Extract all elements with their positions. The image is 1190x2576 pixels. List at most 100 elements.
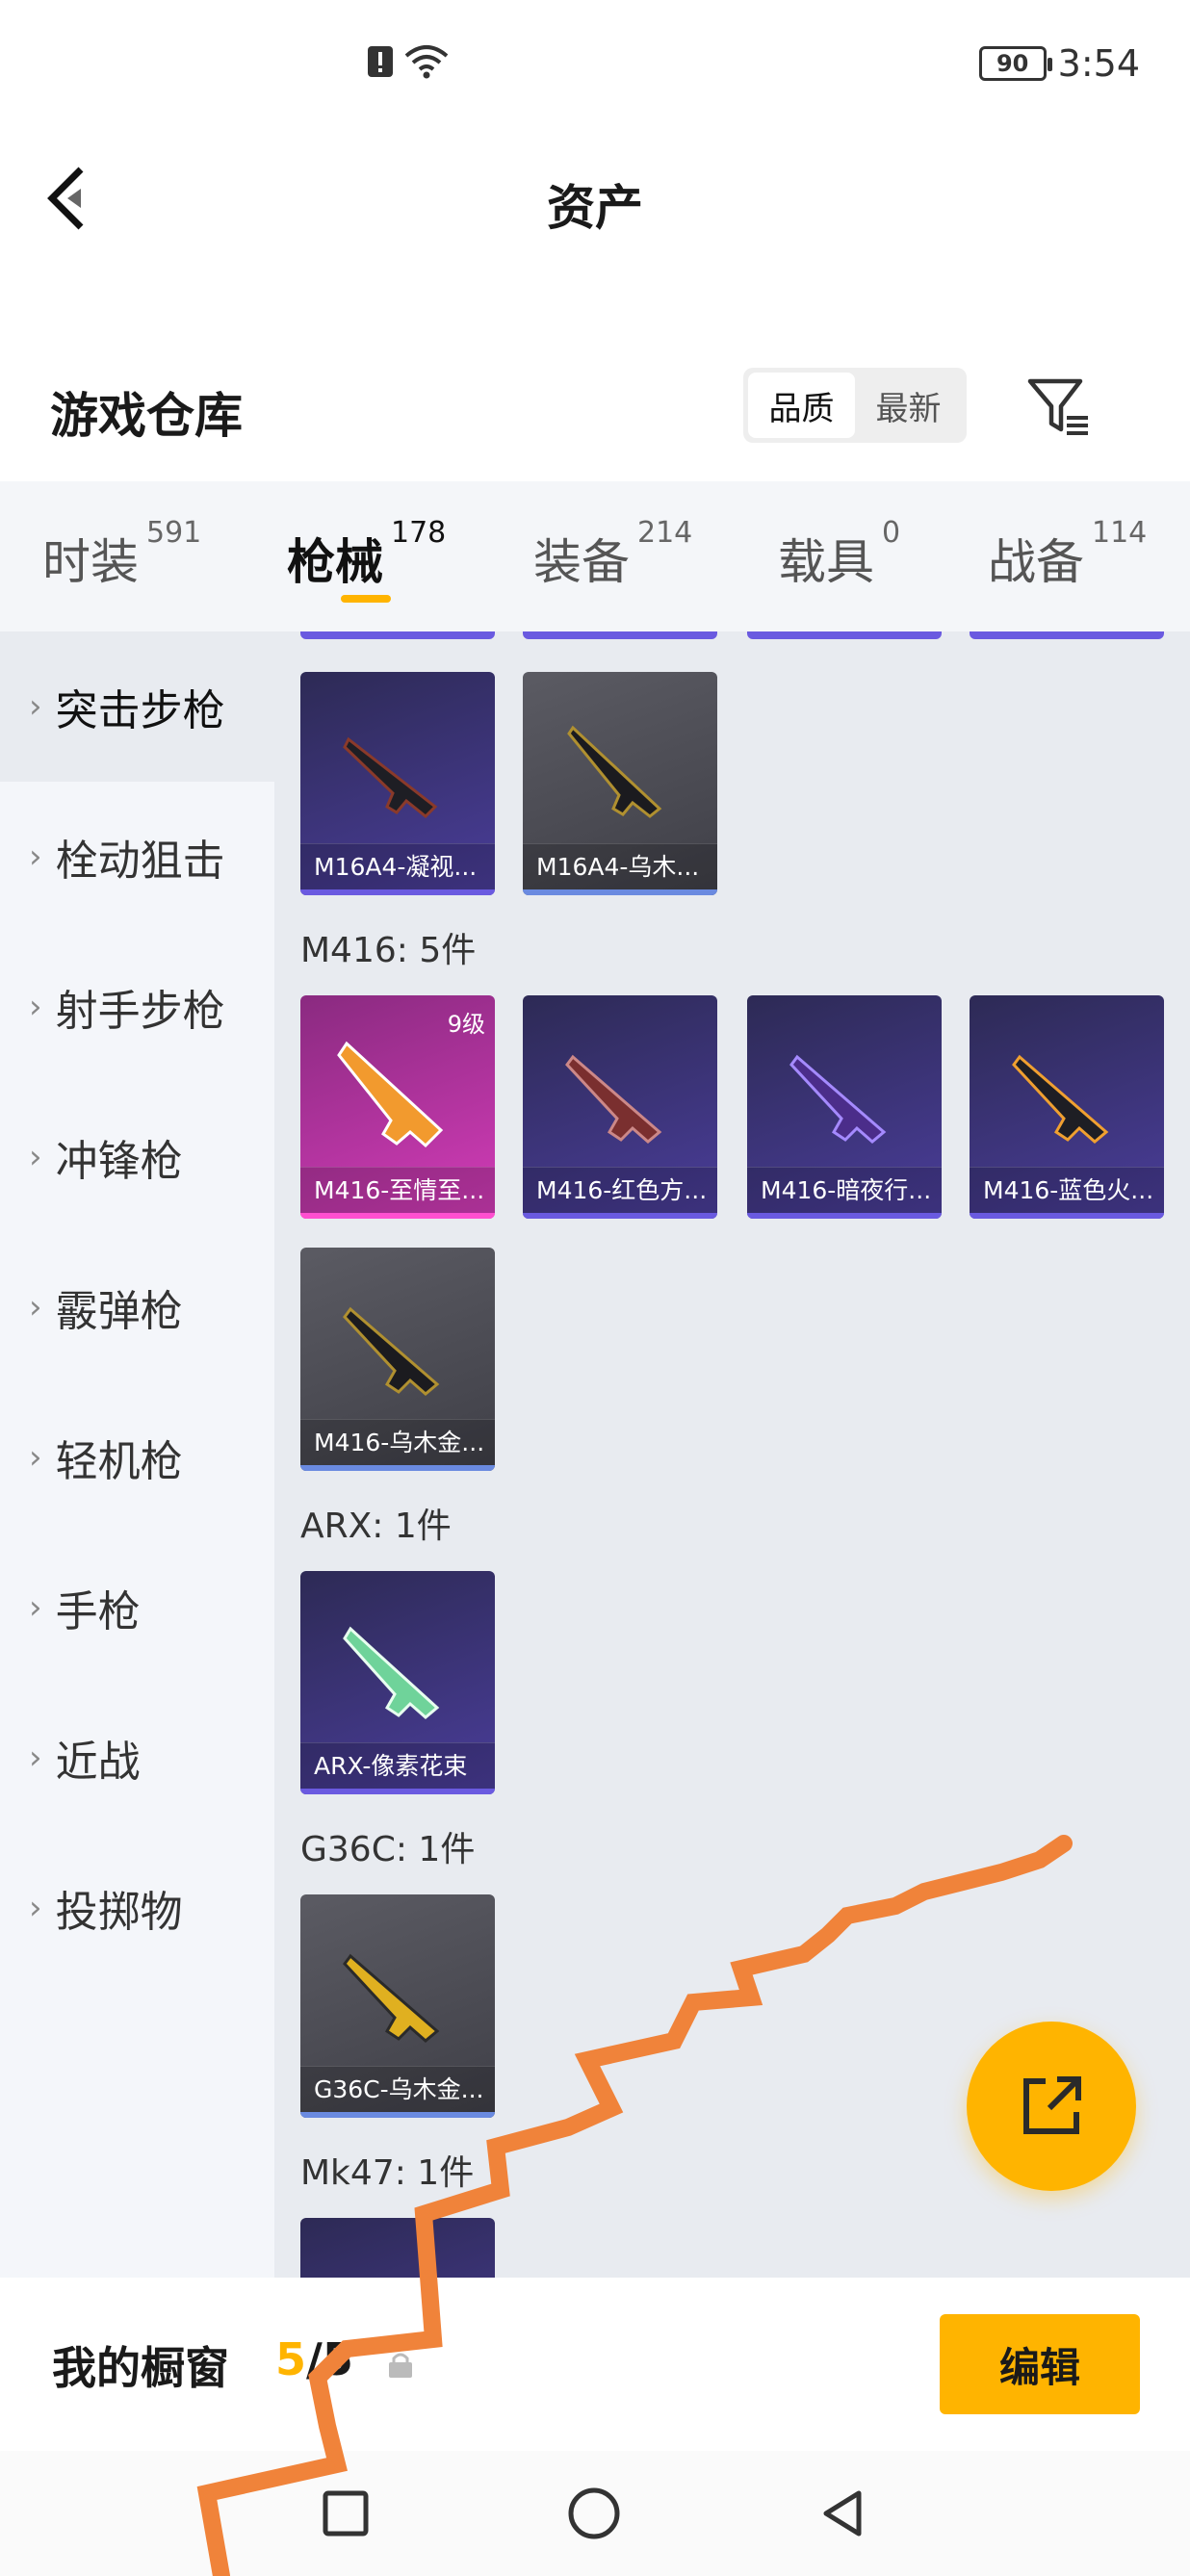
tab-guns[interactable]: 枪械 178 (287, 481, 446, 593)
quality-bar (300, 889, 495, 895)
sidebar-item-bolt-sniper[interactable]: › 栓动狙击 (0, 782, 274, 932)
rifle-icon (343, 1953, 440, 2043)
filter-icon[interactable] (1024, 374, 1092, 441)
card-stub (300, 631, 495, 639)
weapon-name: G36C-乌木金... (300, 2066, 495, 2112)
sidebar-item-assault-rifle[interactable]: › 突击步枪 (0, 631, 274, 782)
weapon-name: M416-暗夜行... (747, 1167, 942, 1213)
weapon-name: M16A4-凝视... (300, 843, 495, 889)
sort-quality-button[interactable]: 品质 (748, 373, 855, 438)
weapon-card[interactable]: G36C-乌木金... (300, 1894, 495, 2118)
status-icons (366, 42, 451, 81)
square-nav-icon[interactable] (312, 2480, 379, 2547)
sidebar-item-melee[interactable]: › 近战 (0, 1683, 274, 1833)
sidebar-item-label: 栓动狙击 (55, 837, 225, 886)
weapon-card[interactable]: M16A4-凝视... (300, 672, 495, 895)
rifle-icon (343, 1306, 440, 1396)
sidebar-item-marksman-rifle[interactable]: › 射手步枪 (0, 932, 274, 1082)
chevron-right-icon: › (29, 687, 42, 726)
tab-label: 时装 (42, 534, 139, 590)
category-tabs: 时装 591 枪械 178 装备 214 载具 0 战备 114 (0, 481, 1190, 631)
chevron-right-icon: › (29, 837, 42, 876)
weapon-card[interactable]: M416-乌木金... (300, 1248, 495, 1471)
sidebar-item-lmg[interactable]: › 轻机枪 (0, 1382, 274, 1533)
sort-toggle: 品质 最新 (743, 368, 967, 443)
triangle-nav-icon[interactable] (809, 2480, 876, 2547)
group-title: Mk47: 1件 (300, 2153, 475, 2193)
tab-fashion[interactable]: 时装 591 (42, 481, 201, 593)
chevron-right-icon: › (29, 1438, 42, 1477)
tab-count: 214 (637, 516, 693, 550)
rifle-icon (337, 1041, 444, 1148)
sidebar-item-label: 射手步枪 (55, 987, 225, 1036)
share-button[interactable] (967, 2022, 1136, 2191)
tab-label: 装备 (533, 534, 630, 590)
showcase-label: 我的橱窗 (52, 2342, 229, 2394)
battery-level: 90 (996, 50, 1029, 77)
showcase-total: /5 (306, 2333, 353, 2385)
quality-bar (523, 889, 717, 895)
group-title: G36C: 1件 (300, 1830, 476, 1869)
sidebar-item-label: 霰弹枪 (55, 1287, 183, 1336)
rifle-icon (567, 725, 662, 818)
chevron-right-icon: › (29, 988, 42, 1026)
quality-bar (300, 1213, 495, 1219)
sidebar-item-shotgun[interactable]: › 霰弹枪 (0, 1232, 274, 1382)
weapon-card[interactable]: 9级 M416-至情至... (300, 995, 495, 1219)
level-badge: 9级 (447, 1011, 485, 1038)
quality-bar (300, 2112, 495, 2118)
chevron-right-icon: › (29, 1588, 42, 1627)
share-icon (1023, 2076, 1081, 2134)
sidebar-item-label: 冲锋枪 (55, 1137, 183, 1186)
system-nav-bar (0, 2451, 1190, 2576)
showcase-count: 5/5 (275, 2333, 353, 2385)
lock-icon (389, 2353, 412, 2378)
weapon-name: M416-乌木金... (300, 1419, 495, 1465)
sidebar-item-throwable[interactable]: › 投掷物 (0, 1833, 274, 1983)
edit-button[interactable]: 编辑 (940, 2314, 1140, 2414)
page-title: 资产 (547, 180, 643, 236)
tab-vehicles[interactable]: 载具 0 (778, 481, 900, 593)
tab-count: 0 (882, 516, 901, 550)
clock: 3:54 (1057, 42, 1140, 85)
tab-label: 战备 (988, 534, 1084, 590)
weapon-card[interactable]: M16A4-乌木... (523, 672, 717, 895)
weapon-card[interactable]: M416-红色方... (523, 995, 717, 1219)
group-title: M416: 5件 (300, 931, 477, 970)
header: 资产 (0, 135, 1190, 260)
status-bar: 90 3:54 (0, 0, 1190, 135)
chevron-right-icon: › (29, 1288, 42, 1327)
sidebar-item-pistol[interactable]: › 手枪 (0, 1533, 274, 1683)
sidebar-item-smg[interactable]: › 冲锋枪 (0, 1082, 274, 1232)
weapon-name: M16A4-乌木... (523, 843, 717, 889)
weapon-name: ARX-像素花束 (300, 1742, 495, 1789)
quality-bar (523, 1213, 717, 1219)
chevron-right-icon: › (29, 1889, 42, 1927)
sort-newest-button[interactable]: 最新 (855, 373, 962, 438)
weapon-card[interactable]: M416-暗夜行... (747, 995, 942, 1219)
circle-nav-icon[interactable] (560, 2480, 628, 2547)
weapon-name: M416-蓝色火... (970, 1167, 1164, 1213)
battery-icon: 90 (978, 46, 1052, 81)
weapon-card[interactable] (300, 2218, 495, 2278)
rifle-icon (343, 736, 438, 819)
card-background (300, 2218, 495, 2278)
sidebar-item-label: 手枪 (55, 1587, 141, 1636)
showcase-current: 5 (275, 2333, 307, 2385)
group-title: ARX: 1件 (300, 1507, 452, 1546)
showcase-panel: 我的橱窗 5/5 编辑 (0, 2278, 1190, 2451)
weapon-card[interactable]: M416-蓝色火... (970, 995, 1164, 1219)
tab-count: 591 (146, 516, 202, 550)
tab-supplies[interactable]: 战备 114 (988, 481, 1147, 593)
chevron-right-icon: › (29, 1739, 42, 1777)
sidebar-item-label: 投掷物 (55, 1888, 183, 1937)
warehouse-bar: 游戏仓库 品质 最新 (0, 356, 1190, 481)
weapon-card[interactable]: ARX-像素花束 (300, 1571, 495, 1794)
quality-bar (300, 1789, 495, 1794)
tab-equipment[interactable]: 装备 214 (533, 481, 692, 593)
tab-label: 枪械 (287, 534, 383, 590)
rifle-icon (789, 1054, 887, 1144)
card-stub (523, 631, 717, 639)
chevron-right-icon: › (29, 1138, 42, 1176)
wifi-icon (404, 45, 449, 79)
